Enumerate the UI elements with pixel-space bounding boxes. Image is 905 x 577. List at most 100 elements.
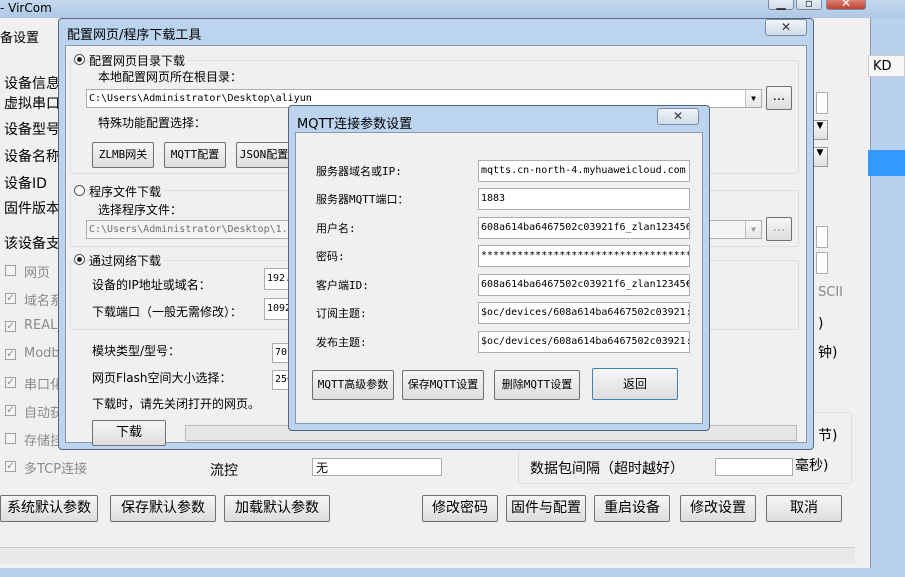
mqtt-config-button[interactable]: MQTT配置 [164,142,226,168]
device-name-label: 设备名称 [4,149,60,165]
main-scrollbar[interactable] [0,547,855,564]
tool-dialog-title: 配置网页/程序下载工具 [67,28,202,43]
network-section-radio[interactable] [74,254,85,265]
packet-interval-field[interactable] [715,458,793,476]
zlmb-gateway-button[interactable]: ZLMB网关 [92,142,154,168]
program-file-value: C:\Users\Administrator\Desktop\1. [89,224,288,235]
main-list-header: KD [868,55,905,77]
restart-device-button[interactable]: 重启设备 [594,495,670,522]
main-right-combo-1[interactable]: ▼ [812,120,828,140]
flash-size-label: 网页Flash空间大小选择： [92,371,232,385]
mqtt-host-value: mqtts.cn-north-4.myhuaweicloud.com [481,165,686,176]
mqtt-save-button[interactable]: 保存MQTT设置 [402,370,484,400]
program-file-browse-button[interactable]: ... [766,217,792,241]
root-dir-value: C:\Users\Administrator\Desktop\aliyun [89,93,312,104]
mqtt-username-value: 608a614ba6467502c03921f6_zlan123456 [481,222,690,233]
select-file-label: 选择程序文件： [98,203,183,217]
program-section-radio[interactable] [74,185,85,196]
mqtt-host-label: 服务器域名或IP: [316,165,402,178]
tool-dialog-close-button[interactable]: ✕ [765,19,807,36]
device-supports-label: 该设备支 [4,236,60,252]
main-close-button[interactable]: ✕ [826,0,866,10]
checkbox-multi-tcp[interactable]: ✓ [5,461,16,472]
mqtt-client-id-value: 608a614ba6467502c03921f6_zlan12345€ [481,279,690,290]
checkbox-web-label: 网页 [24,266,51,281]
mqtt-port-value: 1883 [481,193,506,204]
change-password-button[interactable]: 修改密码 [422,495,498,522]
checkbox-dns[interactable]: ✓ [5,293,16,304]
download-note: 下载时，请先关闭打开的网页。 [92,397,261,411]
main-window-title: - VirCom [0,1,52,15]
mqtt-username-field[interactable]: 608a614ba6467502c03921f6_zlan123456 [478,217,690,239]
minimize-button[interactable]: ▁ [768,0,794,10]
device-info-label: 设备信息 [4,76,60,92]
save-default-button[interactable]: 保存默认参数 [110,495,216,522]
checkbox-web[interactable] [5,265,16,276]
mqtt-subscribe-label: 订阅主题: [316,307,367,320]
mqtt-dialog-title: MQTT连接参数设置 [297,117,413,132]
mqtt-delete-button[interactable]: 删除MQTT设置 [494,370,580,400]
program-file-dropdown-icon[interactable]: ▼ [745,221,761,238]
ascii-fragment: SCII [818,285,843,300]
mqtt-port-field[interactable]: 1883 [478,188,690,210]
mqtt-subscribe-value: $oc/devices/608a614ba6467502c03921: [481,307,690,318]
checkbox-storage[interactable] [5,433,16,444]
virtual-port-label: 虚拟串口 [4,96,60,112]
device-id-label: 设备ID [4,176,47,192]
checkbox-serial[interactable]: ✓ [5,377,16,388]
mqtt-publish-field[interactable]: $oc/devices/608a614ba6467502c03921: [478,331,690,353]
main-right-field-1 [816,92,828,114]
main-list-row-selected[interactable] [868,150,905,176]
checkbox-real[interactable]: ✓ [5,321,16,332]
mqtt-return-button[interactable]: 返回 [592,368,678,400]
maximize-button[interactable]: ▫ [796,0,822,10]
modify-settings-button[interactable]: 修改设置 [680,495,756,522]
device-model-label: 设备型号 [4,122,60,138]
special-config-label: 特殊功能配置选择： [98,116,207,130]
checkbox-modbus[interactable]: ✓ [5,349,16,360]
mqtt-password-label: 密码: [316,250,345,263]
flow-control-value: 无 [316,461,329,475]
root-dir-label: 本地配置网页所在根目录： [98,70,243,84]
mqtt-username-label: 用户名: [316,222,356,235]
flow-control-combo[interactable]: 无 [312,458,442,476]
web-section-label: 配置网页目录下载 [89,52,189,69]
web-section-radio[interactable] [74,54,85,65]
module-type-value: 70 [275,347,288,358]
system-default-button[interactable]: 系统默认参数 [0,495,98,522]
main-window-titlebar: - VirCom ▁ ▫ ✕ [0,0,905,18]
program-section-label: 程序文件下载 [89,183,165,200]
port-label: 下载端口（一般无需修改）： [92,305,243,319]
mqtt-advanced-button[interactable]: MQTT高级参数 [312,370,394,400]
mqtt-client-id-label: 客户端ID: [316,279,369,292]
mqtt-publish-value: $oc/devices/608a614ba6467502c03921: [481,336,690,347]
list-header-kd: KD [873,59,892,74]
mqtt-client-id-field[interactable]: 608a614ba6467502c03921f6_zlan12345€ [478,274,690,296]
cancel-button[interactable]: 取消 [766,495,842,522]
mqtt-password-value: ************************************ [481,250,690,261]
paren-fragment: ) [818,316,824,332]
checkbox-multi-tcp-label: 多TCP连接 [24,462,88,477]
checkbox-auto[interactable]: ✓ [5,405,16,416]
network-section-label: 通过网络下载 [89,252,165,269]
packet-interval-label: 数据包间隔（超时越好） [530,461,684,477]
root-dir-browse-button[interactable]: ... [766,86,792,110]
mqtt-subscribe-field[interactable]: $oc/devices/608a614ba6467502c03921: [478,302,690,324]
firmware-config-button[interactable]: 固件与配置 [506,495,586,522]
mqtt-port-label: 服务器MQTT端口： [316,193,409,206]
load-default-button[interactable]: 加载默认参数 [224,495,330,522]
mqtt-dialog-close-button[interactable]: ✕ [657,108,699,125]
download-button[interactable]: 下载 [92,420,166,446]
main-right-combo-2[interactable]: ▼ [812,147,828,167]
mqtt-password-field[interactable]: ************************************ [478,245,690,267]
mqtt-publish-label: 发布主题: [316,336,367,349]
flow-control-label: 流控 [210,463,238,479]
mqtt-host-field[interactable]: mqtts.cn-north-4.myhuaweicloud.com [478,160,690,182]
main-right-field-3 [816,252,828,274]
json-config-button[interactable]: JSON配置 [236,142,292,168]
firmware-version-label: 固件版本 [4,201,60,217]
main-right-field-2 [816,226,828,248]
root-dir-dropdown-icon[interactable]: ▼ [745,90,761,107]
ip-label: 设备的IP地址或域名： [92,278,211,292]
module-type-label: 模块类型/型号： [92,344,181,358]
